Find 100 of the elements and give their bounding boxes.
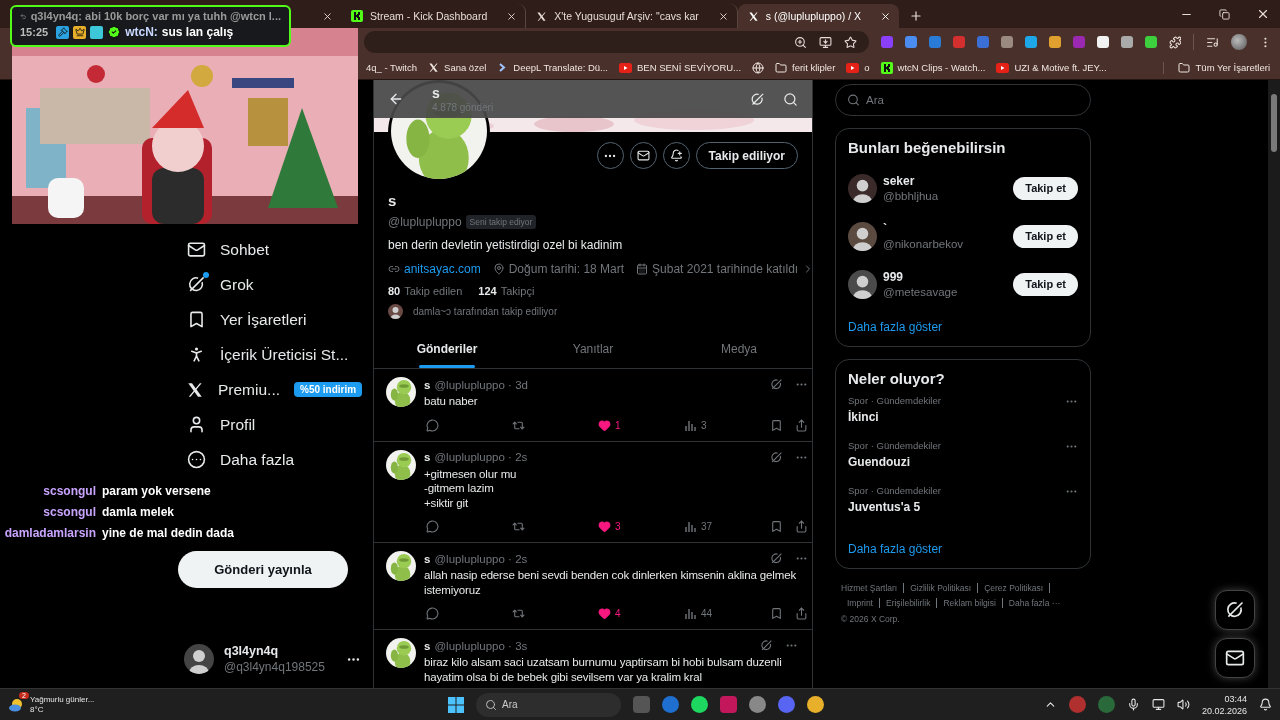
grok-button[interactable] (1215, 590, 1255, 630)
trend-title[interactable]: İkinci (848, 410, 1065, 424)
footer-link[interactable]: Imprint (841, 598, 880, 608)
join-date: Şubat 2021 tarihinde katıldı (652, 262, 799, 276)
footer-link[interactable]: Çerez Politikası (978, 583, 1051, 593)
following-count[interactable]: 80 Takip edilen (388, 285, 463, 297)
footer-link[interactable]: Reklam bilgisi (937, 598, 1003, 608)
followers-count[interactable]: 124 Takipçi (478, 285, 535, 297)
link-icon (388, 263, 400, 275)
footer-link[interactable]: Daha fazla ··· (1002, 598, 1067, 608)
media-icon[interactable] (1206, 35, 1220, 49)
restore-icon[interactable] (1219, 8, 1230, 20)
volume-icon[interactable] (1176, 698, 1190, 711)
views-count[interactable]: 44 (684, 607, 770, 620)
close-icon[interactable] (506, 10, 518, 22)
close-icon[interactable] (1256, 7, 1270, 21)
nav-item[interactable]: Sohbet (186, 232, 361, 267)
profile-tab[interactable]: Gönderiler (374, 330, 520, 368)
card-title: Neler oluyor? (848, 370, 946, 387)
scroll-thumb[interactable] (1271, 94, 1277, 152)
views-count[interactable]: 37 (684, 520, 770, 533)
views-icon (684, 418, 697, 432)
views-count[interactable]: 3 (684, 418, 770, 432)
tray-icon[interactable] (1097, 696, 1115, 713)
like-button[interactable]: 1 (598, 418, 684, 432)
bookmark-item[interactable]: UZI & Motive ft. JEY... (996, 62, 1107, 73)
post-button[interactable]: Gönderi yayınla (178, 551, 348, 588)
bookmark-item[interactable] (752, 61, 764, 74)
monitor-icon[interactable] (1151, 698, 1165, 711)
follow-button[interactable]: Takip et (1013, 224, 1078, 248)
share-icon[interactable] (795, 418, 808, 432)
extension-icon[interactable] (1120, 36, 1133, 48)
zoom-icon[interactable] (793, 35, 807, 49)
install-icon[interactable] (818, 35, 832, 49)
tweet-text: biraz kilo alsam saci uzatsam burnumu yaptirsam bi hobi bulsam duzenli hayatim olsa bi de bebek gibi sevilsem var ya kralim kral (424, 655, 783, 684)
app-icon[interactable] (749, 696, 766, 713)
bookmark-item[interactable]: 4q_ - Twitch (366, 62, 418, 73)
bell-icon[interactable] (1259, 698, 1272, 711)
extension-icon[interactable] (1144, 36, 1157, 48)
bookmark-item[interactable]: wtcN Clips - Watch... (880, 61, 986, 74)
star-icon[interactable] (843, 35, 857, 49)
repost-icon[interactable] (512, 607, 525, 620)
footer-link[interactable]: Hizmet Şartları (841, 583, 905, 593)
like-button[interactable]: 4 (598, 607, 684, 620)
search-field[interactable]: Ara (835, 84, 1091, 116)
puzzle-icon[interactable] (1168, 35, 1182, 49)
nav-label: İçerik Üreticisi St... (220, 345, 349, 364)
bookmark-item[interactable]: DeepL Translate: Dü... (497, 62, 608, 73)
footer-link[interactable]: Erişilebilirlik (880, 598, 938, 608)
show-more-link[interactable]: Daha fazla göster (848, 542, 1078, 556)
heart-icon (598, 607, 611, 620)
share-icon[interactable] (795, 607, 808, 620)
bookmark-item[interactable]: Tüm Yer İşaretleri (1162, 61, 1270, 74)
profile-tab[interactable]: Medya (666, 330, 812, 368)
follow-button[interactable]: Takip et (1013, 272, 1078, 296)
share-icon[interactable] (795, 520, 808, 533)
nav-item[interactable]: Daha fazla (186, 442, 361, 477)
profile-tab[interactable]: Yanıtlar (520, 330, 666, 368)
footer-link[interactable]: Gizlilik Politikası (904, 583, 979, 593)
nav-item[interactable]: Grok (186, 267, 361, 302)
bookmark-item[interactable]: o (846, 62, 870, 73)
app-icon[interactable] (778, 696, 795, 713)
reply-icon[interactable] (426, 607, 439, 620)
close-icon[interactable] (717, 10, 729, 22)
like-button[interactable]: 3 (598, 520, 684, 533)
bookmark-item[interactable]: ferit klipler (775, 61, 836, 74)
nav-item[interactable]: Premiu... %50 indirim (186, 372, 361, 407)
reply-icon[interactable] (426, 520, 439, 533)
mic-icon[interactable] (1126, 698, 1140, 711)
website-link[interactable]: anitsayac.com (404, 262, 481, 276)
avatar[interactable] (1231, 34, 1248, 50)
follow-button[interactable]: Takip et (1013, 176, 1078, 200)
bookmark-item[interactable]: Sana özel (428, 62, 487, 73)
extension-icon[interactable] (1048, 36, 1061, 48)
nav-item[interactable]: İçerik Üreticisi St... (186, 337, 361, 372)
nav-item[interactable]: Profil (186, 407, 361, 442)
show-more-link[interactable]: Daha fazla göster (848, 320, 1078, 334)
repost-icon[interactable] (512, 520, 525, 533)
user-name: seker (883, 174, 916, 188)
taskbar-search[interactable]: Ara (476, 692, 621, 717)
bookmark-icon[interactable] (770, 607, 783, 620)
account-handle: @q3l4yn4q198525 (224, 660, 326, 674)
reply-icon[interactable] (426, 418, 439, 432)
close-icon[interactable] (322, 10, 333, 22)
trend-context: Spor · Gündemdekiler (848, 440, 942, 451)
close-icon[interactable] (880, 10, 892, 22)
app-icon[interactable] (807, 696, 824, 713)
bookmark-icon[interactable] (770, 520, 783, 533)
trend-title[interactable]: Guendouzi (848, 455, 1065, 469)
extension-icon[interactable] (1024, 36, 1037, 48)
new-tab-icon[interactable] (909, 9, 924, 23)
messages-button[interactable] (1215, 638, 1255, 678)
nav-item[interactable]: Yer İşaretleri (186, 302, 361, 337)
extension-icon[interactable] (1096, 36, 1109, 48)
bookmark-item[interactable]: BEN SENİ SEVİYORU... (619, 62, 741, 73)
trend-title[interactable]: Juventus'a 5 (848, 500, 1065, 514)
bookmark-icon[interactable] (770, 418, 783, 432)
browser-tab[interactable]: s (@luplupluppo) / X (737, 4, 900, 28)
app-icon[interactable] (691, 696, 708, 713)
tray-icon[interactable] (1068, 696, 1086, 713)
